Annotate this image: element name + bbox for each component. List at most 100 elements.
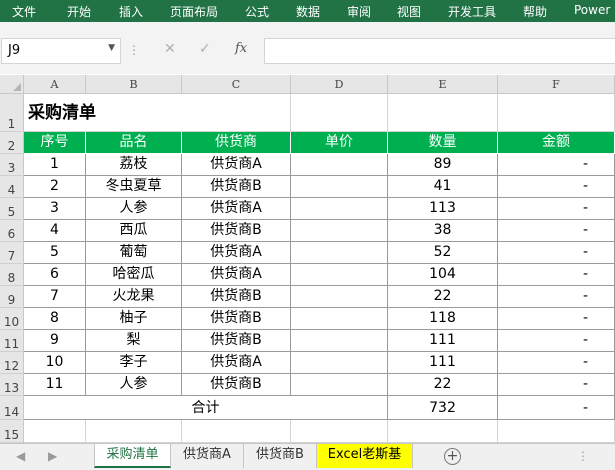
total-amount[interactable]: -: [498, 396, 615, 420]
ribbon-tab-formulas[interactable]: 公式: [245, 3, 269, 20]
formula-input[interactable]: [264, 38, 615, 64]
cell-qty[interactable]: 22: [388, 286, 498, 308]
row-header-2[interactable]: 2: [0, 132, 24, 154]
row-header-13[interactable]: 13: [0, 374, 24, 396]
cell[interactable]: [388, 94, 498, 132]
cell-item[interactable]: 哈密瓜: [86, 264, 182, 286]
cell-supplier[interactable]: 供货商A: [182, 352, 291, 374]
cell-qty[interactable]: 22: [388, 374, 498, 396]
sheet-tab-supplier-a[interactable]: 供货商A: [171, 444, 244, 468]
ribbon-tab-power[interactable]: Power: [574, 3, 610, 17]
cell-supplier[interactable]: 供货商A: [182, 154, 291, 176]
cell-amount[interactable]: -: [498, 264, 615, 286]
cell-qty[interactable]: 118: [388, 308, 498, 330]
cell-amount[interactable]: -: [498, 220, 615, 242]
cell-supplier[interactable]: 供货商B: [182, 220, 291, 242]
cell-supplier[interactable]: 供货商B: [182, 176, 291, 198]
cell[interactable]: [291, 94, 388, 132]
cell-qty[interactable]: 113: [388, 198, 498, 220]
cell[interactable]: [182, 94, 291, 132]
cell-price[interactable]: [291, 308, 388, 330]
column-header-b[interactable]: B: [86, 75, 182, 94]
row-header-6[interactable]: 6: [0, 220, 24, 242]
column-header-e[interactable]: E: [388, 75, 498, 94]
row-header-8[interactable]: 8: [0, 264, 24, 286]
cell-qty[interactable]: 52: [388, 242, 498, 264]
cell-no[interactable]: 1: [24, 154, 86, 176]
cell-supplier[interactable]: 供货商B: [182, 330, 291, 352]
column-header-c[interactable]: C: [182, 75, 291, 94]
cell-item[interactable]: 火龙果: [86, 286, 182, 308]
cell-item[interactable]: 李子: [86, 352, 182, 374]
row-header-4[interactable]: 4: [0, 176, 24, 198]
ribbon-tab-home[interactable]: 开始: [67, 3, 91, 20]
cell-price[interactable]: [291, 242, 388, 264]
cell-item[interactable]: 西瓜: [86, 220, 182, 242]
ribbon-tab-developer[interactable]: 开发工具: [448, 3, 496, 20]
cell-no[interactable]: 5: [24, 242, 86, 264]
header-cell-qty[interactable]: 数量: [388, 132, 498, 154]
cell-no[interactable]: 3: [24, 198, 86, 220]
column-header-d[interactable]: D: [291, 75, 388, 94]
ribbon-tab-page-layout[interactable]: 页面布局: [170, 3, 218, 20]
sheet-title[interactable]: 采购清单: [24, 94, 182, 132]
cell-price[interactable]: [291, 198, 388, 220]
cell[interactable]: [182, 420, 291, 443]
ribbon-tab-help[interactable]: 帮助: [523, 3, 547, 20]
cell-no[interactable]: 8: [24, 308, 86, 330]
row-header-7[interactable]: 7: [0, 242, 24, 264]
cell[interactable]: [498, 94, 615, 132]
column-header-f[interactable]: F: [498, 75, 615, 94]
cell-supplier[interactable]: 供货商A: [182, 198, 291, 220]
sheet-tab-supplier-b[interactable]: 供货商B: [244, 444, 317, 468]
more-options-icon[interactable]: ⋮: [577, 449, 589, 463]
cell-price[interactable]: [291, 374, 388, 396]
cell-qty[interactable]: 111: [388, 352, 498, 374]
ribbon-tab-insert[interactable]: 插入: [119, 3, 143, 20]
scroll-right-icon[interactable]: ▶: [48, 449, 57, 463]
cell-qty[interactable]: 41: [388, 176, 498, 198]
cell-amount[interactable]: -: [498, 198, 615, 220]
cell-amount[interactable]: -: [498, 352, 615, 374]
ribbon-tab-data[interactable]: 数据: [296, 3, 320, 20]
ribbon-tab-file[interactable]: 文件: [12, 3, 36, 20]
header-cell-item[interactable]: 品名: [86, 132, 182, 154]
cell-item[interactable]: 人参: [86, 198, 182, 220]
select-all-corner[interactable]: [0, 75, 24, 94]
cell-no[interactable]: 2: [24, 176, 86, 198]
cell-supplier[interactable]: 供货商A: [182, 264, 291, 286]
header-cell-no[interactable]: 序号: [24, 132, 86, 154]
cell-amount[interactable]: -: [498, 374, 615, 396]
cell-price[interactable]: [291, 352, 388, 374]
cell-no[interactable]: 7: [24, 286, 86, 308]
cell-supplier[interactable]: 供货商B: [182, 374, 291, 396]
column-header-a[interactable]: A: [24, 75, 86, 94]
insert-function-icon[interactable]: fx: [235, 41, 247, 56]
header-cell-amount[interactable]: 金额: [498, 132, 615, 154]
cell-item[interactable]: 葡萄: [86, 242, 182, 264]
row-header-9[interactable]: 9: [0, 286, 24, 308]
row-header-14[interactable]: 14: [0, 396, 24, 420]
ribbon-tab-review[interactable]: 审阅: [347, 3, 371, 20]
total-qty[interactable]: 732: [388, 396, 498, 420]
cell[interactable]: [86, 420, 182, 443]
cell-amount[interactable]: -: [498, 176, 615, 198]
header-cell-price[interactable]: 单价: [291, 132, 388, 154]
cell-item[interactable]: 荔枝: [86, 154, 182, 176]
cell-supplier[interactable]: 供货商B: [182, 286, 291, 308]
cell[interactable]: [498, 420, 615, 443]
cell-price[interactable]: [291, 176, 388, 198]
cell-qty[interactable]: 38: [388, 220, 498, 242]
cancel-icon[interactable]: ✕: [164, 41, 176, 57]
header-cell-supplier[interactable]: 供货商: [182, 132, 291, 154]
cell-qty[interactable]: 104: [388, 264, 498, 286]
row-header-1[interactable]: 1: [0, 94, 24, 132]
cell[interactable]: [24, 420, 86, 443]
name-box[interactable]: J9 ▼: [1, 38, 121, 64]
cell-item[interactable]: 人参: [86, 374, 182, 396]
cell-price[interactable]: [291, 220, 388, 242]
drag-handle-icon[interactable]: ⋮: [128, 43, 140, 57]
cell-no[interactable]: 4: [24, 220, 86, 242]
cell-item[interactable]: 冬虫夏草: [86, 176, 182, 198]
cell-amount[interactable]: -: [498, 308, 615, 330]
